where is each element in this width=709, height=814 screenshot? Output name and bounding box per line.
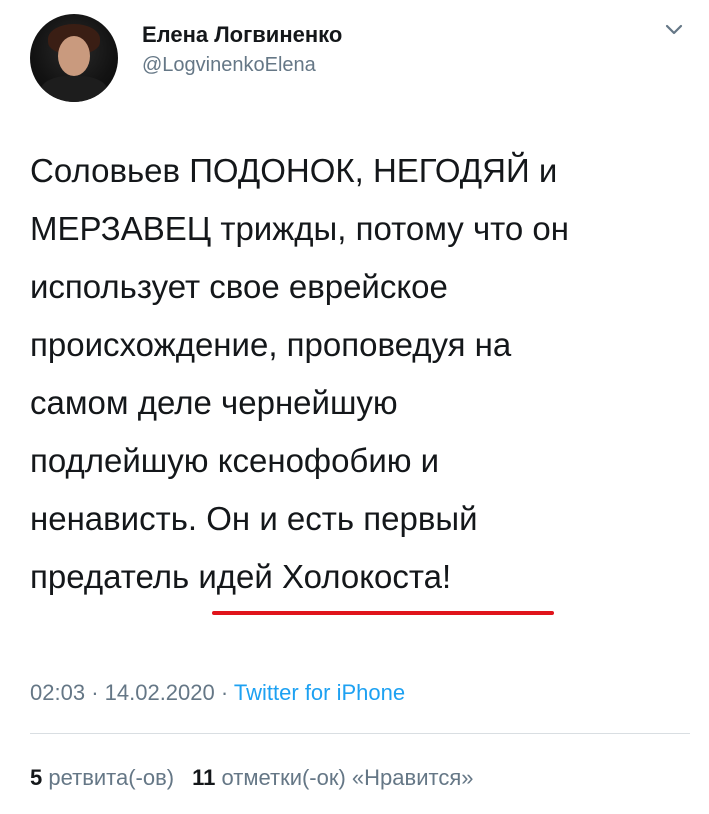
avatar[interactable]: [30, 14, 118, 102]
chevron-down-icon[interactable]: [664, 20, 684, 40]
red-highlight-underline: [212, 611, 554, 615]
tweet-date[interactable]: 14.02.2020: [105, 680, 215, 705]
tweet-meta: 02:03 · 14.02.2020 · Twitter for iPhone: [30, 680, 405, 706]
meta-separator: ·: [220, 680, 229, 705]
retweets-count: 5: [30, 765, 43, 790]
tweet-text-line: происхождение, проповедуя на: [30, 326, 512, 363]
tweet-source-link[interactable]: Twitter for iPhone: [234, 680, 405, 705]
tweet-stats: 5 ретвита(-ов) 11 отметки(-ок) «Нравится»: [30, 765, 473, 791]
likes-count: 11: [192, 765, 216, 790]
meta-separator: ·: [91, 680, 99, 705]
tweet-card: Елена Логвиненко @LogvinenkoElena Соловь…: [0, 0, 709, 814]
likes-stat[interactable]: 11 отметки(-ок) «Нравится»: [192, 765, 473, 790]
tweet-text-line: предатель идей Холокоста!: [30, 558, 452, 595]
tweet-text-line: ненависть. Он и есть первый: [30, 500, 478, 537]
tweet-text-line: МЕРЗАВЕЦ трижды, потому что он: [30, 210, 569, 247]
divider: [30, 733, 690, 734]
tweet-time[interactable]: 02:03: [30, 680, 85, 705]
likes-label: отметки(-ок) «Нравится»: [221, 765, 474, 790]
tweet-text-line: использует свое еврейское: [30, 268, 448, 305]
author-name[interactable]: Елена Логвиненко: [142, 22, 342, 48]
tweet-text: Соловьев ПОДОНОК, НЕГОДЯЙ и МЕРЗАВЕЦ три…: [30, 142, 690, 606]
retweets-stat[interactable]: 5 ретвита(-ов): [30, 765, 174, 790]
tweet-text-line: подлейшую ксенофобию и: [30, 442, 440, 479]
tweet-text-line: самом деле чернейшую: [30, 384, 398, 421]
tweet-text-line: Соловьев ПОДОНОК, НЕГОДЯЙ и: [30, 152, 558, 189]
retweets-label: ретвита(-ов): [48, 765, 175, 790]
author-handle[interactable]: @LogvinenkoElena: [142, 54, 316, 77]
tweet-header: Елена Логвиненко @LogvinenkoElena: [30, 14, 690, 104]
